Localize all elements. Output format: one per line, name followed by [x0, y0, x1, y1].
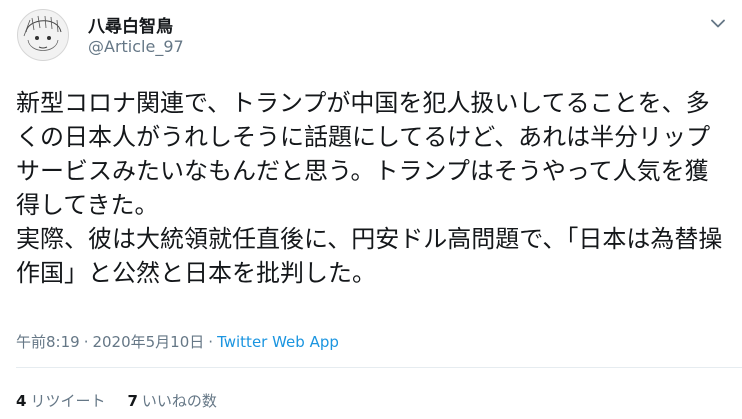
likes-count: 7 — [127, 392, 138, 410]
meta-separator: · — [83, 332, 89, 351]
meta-separator: · — [208, 332, 214, 351]
chevron-down-icon — [711, 19, 725, 27]
tweet-date[interactable]: 2020年5月10日 — [92, 331, 204, 352]
avatar-sketch-icon — [23, 15, 62, 51]
retweets-stat[interactable]: 4 リツイート — [16, 390, 105, 411]
divider — [16, 367, 742, 368]
retweets-count: 4 — [16, 392, 27, 410]
tweet-time[interactable]: 午前8:19 — [16, 331, 80, 352]
tweet-stats: 4 リツイート 7 いいねの数 — [16, 390, 239, 411]
display-name[interactable]: 八尋白智鳥 — [88, 12, 173, 37]
tweet-card: 八尋白智鳥 @Article_97 新型コロナ関連で、トランプが中国を犯人扱いし… — [0, 0, 742, 419]
user-handle[interactable]: @Article_97 — [88, 37, 184, 56]
tweet-source-link[interactable]: Twitter Web App — [217, 333, 339, 351]
likes-label: いいねの数 — [141, 392, 217, 410]
likes-stat[interactable]: 7 いいねの数 — [127, 390, 216, 411]
tweet-text: 新型コロナ関連で、トランプが中国を犯人扱いしてることを、多くの日本人がうれしそう… — [16, 89, 723, 287]
tweet-meta: 午前8:19 · 2020年5月10日 · Twitter Web App — [16, 331, 339, 352]
retweets-label: リツイート — [30, 392, 106, 410]
tweet-menu-button[interactable] — [706, 12, 730, 34]
avatar[interactable] — [17, 9, 69, 61]
